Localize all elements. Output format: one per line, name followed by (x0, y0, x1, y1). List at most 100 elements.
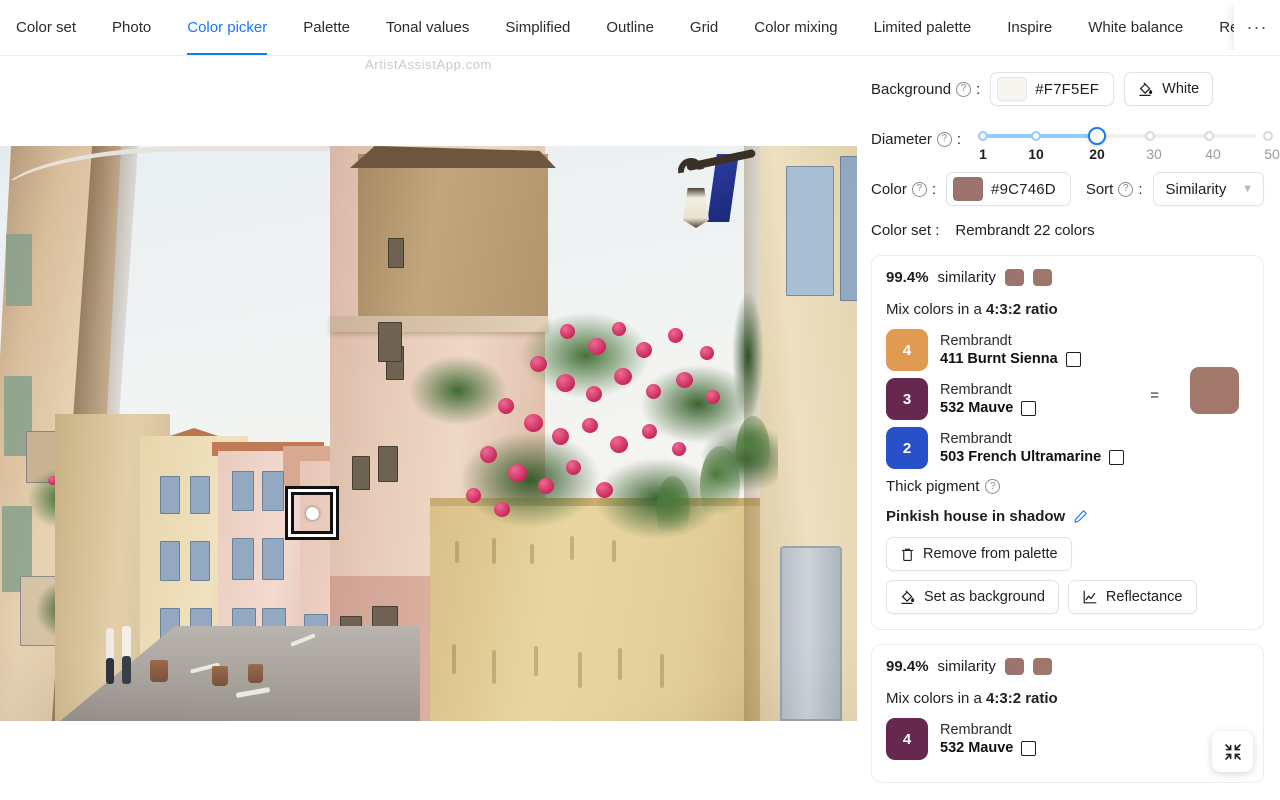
reflectance-label: Reflectance (1105, 589, 1183, 605)
sort-select-value: Similarity (1165, 180, 1227, 198)
flower (596, 482, 613, 498)
paint-checkbox[interactable] (1021, 400, 1037, 416)
slider-mark-1[interactable] (978, 131, 989, 141)
flower (700, 346, 714, 360)
tab-color-set[interactable]: Color set (0, 0, 94, 55)
flower (508, 464, 527, 482)
tab-overflow-button[interactable]: ··· (1234, 0, 1280, 55)
planter (212, 666, 228, 686)
slider-label-40: 40 (1205, 146, 1221, 162)
reflectance-button[interactable]: Reflectance (1067, 580, 1197, 614)
sort-select[interactable]: Similarity ▼ (1152, 172, 1264, 206)
set-white-background-label: White (1162, 81, 1200, 97)
mix-result-card: 99.4% similarity Mix colors in a 4:3:2 r… (871, 255, 1264, 630)
slider-label-50: 50 (1264, 146, 1280, 162)
paint-brand: Rembrandt (940, 721, 1012, 738)
slider-mark-10[interactable] (1031, 131, 1042, 141)
tab-limited-palette[interactable]: Limited palette (856, 0, 990, 55)
reference-photo[interactable] (0, 146, 857, 721)
flower (612, 322, 626, 336)
flower (530, 356, 547, 372)
picked-color-field[interactable]: #9C746D (946, 172, 1071, 206)
tab-palette[interactable]: Palette (285, 0, 368, 55)
tab-white-balance[interactable]: White balance (1070, 0, 1201, 55)
colon: : (956, 130, 962, 148)
window (232, 471, 254, 511)
paint-name: 532 Mauve (940, 399, 1014, 416)
hanging-vine (736, 416, 770, 486)
background-hex-value: #F7F5EF (1035, 80, 1100, 98)
diameter-label: Diameter ? : (871, 131, 961, 148)
slider-handle[interactable] (1088, 127, 1107, 145)
slider-mark-50[interactable] (1263, 131, 1274, 141)
similarity-swatch-target (1004, 269, 1024, 286)
collapse-fullscreen-button[interactable] (1212, 731, 1253, 772)
tab-simplified[interactable]: Simplified (487, 0, 588, 55)
color-set-row: Color set : Rembrandt 22 colors (871, 222, 1264, 239)
flower (676, 372, 693, 388)
paint-name: 532 Mauve (940, 739, 1014, 756)
tab-color-mixing[interactable]: Color mixing (736, 0, 855, 55)
diameter-slider[interactable]: 1 10 20 30 40 50 (975, 122, 1280, 162)
help-icon[interactable]: ? (911, 181, 927, 197)
paint-bucket-icon (900, 589, 916, 605)
paint-checkbox[interactable] (1021, 740, 1037, 756)
set-as-background-button[interactable]: Set as background (886, 580, 1059, 614)
slider-mark-40[interactable] (1204, 131, 1215, 141)
paint-checkbox[interactable] (1109, 449, 1125, 465)
tab-label: Simplified (505, 19, 571, 36)
flower (494, 502, 510, 517)
set-white-background-button[interactable]: White (1124, 72, 1214, 106)
similarity-swatch-mix (1032, 269, 1052, 286)
edit-pencil-icon[interactable] (1073, 509, 1088, 524)
tab-tonal-values[interactable]: Tonal values (368, 0, 487, 55)
flower (588, 338, 606, 355)
window (352, 456, 370, 490)
sort-label-text: Sort (1085, 180, 1114, 198)
tab-label: Limited palette (873, 19, 972, 36)
help-icon[interactable]: ? (936, 131, 952, 147)
similarity-swatch-mix (1032, 658, 1052, 675)
background-color-field[interactable]: #F7F5EF (990, 72, 1115, 106)
paint-parts-chip: 4 (886, 718, 928, 760)
tab-label: Photo (112, 19, 152, 36)
tab-outline[interactable]: Outline (588, 0, 672, 55)
flower (566, 460, 581, 475)
paint-name: 411 Burnt Sienna (940, 350, 1058, 367)
paint-parts-chip: 2 (886, 427, 928, 469)
help-icon[interactable]: ? (1118, 181, 1134, 197)
tab-inspire[interactable]: Inspire (989, 0, 1070, 55)
background-color-swatch (997, 77, 1028, 101)
paint-checkbox[interactable] (1065, 351, 1081, 367)
color-label-text: Color (871, 180, 907, 198)
remove-from-palette-button[interactable]: Remove from palette (886, 537, 1072, 571)
help-icon[interactable]: ? (985, 479, 1001, 494)
color-set-value[interactable]: Rembrandt 22 colors (955, 222, 1094, 239)
paint-row[interactable]: 4 Rembrandt 411 Burnt Sienna (886, 329, 1247, 371)
paint-list: 4 Rembrandt 532 Mauve (886, 718, 1247, 760)
slider-label-30: 30 (1146, 146, 1162, 162)
paint-info: Rembrandt 411 Burnt Sienna (940, 332, 1081, 369)
help-icon[interactable]: ? (956, 81, 972, 97)
tab-grid[interactable]: Grid (672, 0, 736, 55)
colon: : (931, 180, 937, 198)
paint-row[interactable]: 4 Rembrandt 532 Mauve (886, 718, 1247, 760)
pedestrian (122, 626, 131, 660)
tab-label: Color mixing (754, 19, 838, 36)
paint-brand: Rembrandt (940, 332, 1012, 349)
tab-label: Color set (16, 19, 77, 36)
tab-photo[interactable]: Photo (94, 0, 169, 55)
similarity-percent: 99.4% (886, 658, 929, 675)
planter (150, 660, 168, 682)
main-tab-bar[interactable]: Color set Photo Color picker Palette Ton… (0, 0, 1280, 56)
picked-color-hex: #9C746D (991, 180, 1056, 198)
pedestrian (122, 656, 131, 684)
paint-row[interactable]: 2 Rembrandt 503 French Ultramarine (886, 427, 1247, 469)
flower (466, 488, 481, 503)
similarity-suffix: similarity (937, 658, 996, 675)
tab-color-picker[interactable]: Color picker (169, 0, 285, 55)
slider-mark-30[interactable] (1145, 131, 1156, 141)
color-picker-reticle[interactable] (288, 489, 336, 537)
window (262, 471, 284, 511)
similarity-row: 99.4% similarity (886, 269, 1247, 286)
